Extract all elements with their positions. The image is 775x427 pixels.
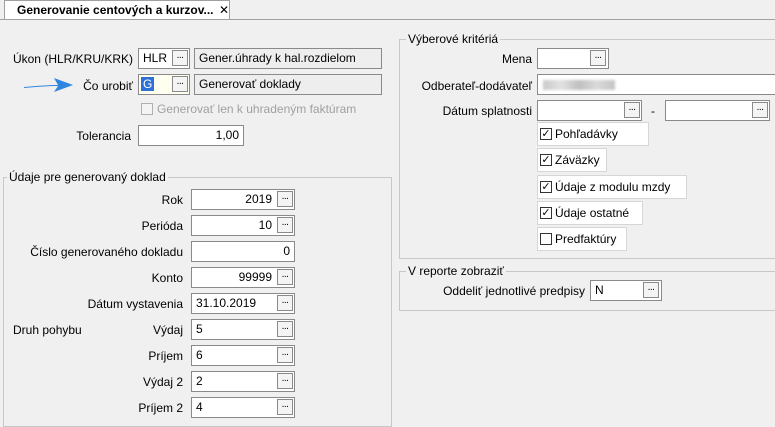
mzdy-label: Údaje z modulu mzdy [555,180,671,194]
close-icon[interactable]: ✕ [219,2,229,18]
tab-generovanie[interactable]: Generovanie centových a kurzov... ✕ [4,0,230,19]
tab-title: Generovanie centových a kurzov... [17,3,214,17]
co-urobit-value: G [141,77,155,91]
oddelit-lookup-button[interactable]: ... [643,282,659,298]
mena-lookup-button[interactable]: ... [590,50,606,66]
odberatel-label: Odberateľ-dodávateľ [421,79,532,93]
ukon-label: Úkon (HLR/KRU/KRK) [12,52,133,66]
cislo-dokladu-label: Číslo generovaného dokladu [30,245,183,259]
splatnost-od-lookup-button[interactable]: ... [624,102,640,118]
zavazky-checkbox[interactable]: ✓ [540,154,552,166]
vydaj-2-lookup-button[interactable]: ... [277,373,293,389]
tolerancia-label: Tolerancia [76,129,131,143]
perioda-label: Perióda [141,219,183,233]
cislo-dokladu-input[interactable]: 0 [191,241,295,262]
pohladavky-checkbox[interactable]: ✓ [540,128,552,140]
generovat-len-label: Generovať len k uhradeným faktúram [157,102,357,116]
predfaktury-checkbox[interactable] [540,233,552,245]
prijem-lookup-button[interactable]: ... [277,347,293,363]
splatnost-do-lookup-button[interactable]: ... [752,102,768,118]
oddelit-label: Oddeliť jednotlivé predpisy [443,284,585,298]
datum-vystavenia-lookup-button[interactable]: ... [277,295,293,311]
tolerancia-input[interactable]: 1,00 [138,125,244,146]
zavazky-label: Záväzky [555,153,600,167]
rok-lookup-button[interactable]: ... [277,191,293,207]
vydaj-2-label: Výdaj 2 [142,375,183,389]
prijem-2-lookup-button[interactable]: ... [277,399,293,415]
co-urobit-label: Čo urobiť [83,79,133,93]
druh-pohybu-label: Druh pohybu [13,323,82,337]
ukon-description: Gener.úhrady k hal.rozdielom [194,48,382,69]
predfaktury-label: Predfaktúry [555,232,617,246]
vydaj-lookup-button[interactable]: ... [277,321,293,337]
prijem-label: Príjem [148,349,183,363]
konto-label: Konto [151,271,183,285]
odberatel-input[interactable] [537,74,775,95]
ostatne-label: Údaje ostatné [555,206,630,220]
ukon-lookup-button[interactable]: ... [172,50,188,66]
vydaj-label: Výdaj [152,323,183,337]
perioda-lookup-button[interactable]: ... [277,217,293,233]
mzdy-checkbox[interactable]: ✓ [540,181,552,193]
datum-vystavenia-label: Dátum vystavenia [87,297,183,311]
ostatne-checkbox[interactable]: ✓ [540,207,552,219]
generovat-len-checkbox[interactable] [141,103,153,115]
pohladavky-label: Pohľadávky [555,127,618,141]
report-group-title: V reporte zobraziť [406,264,506,278]
rok-label: Rok [161,193,183,207]
splatnost-separator: - [651,104,655,118]
datum-splatnosti-label: Dátum splatnosti [442,104,532,118]
doklad-group-title: Údaje pre generovaný doklad [7,170,168,184]
redacted-value [543,80,615,90]
konto-lookup-button[interactable]: ... [277,269,293,285]
co-urobit-lookup-button[interactable]: ... [172,76,188,92]
mena-label: Mena [501,52,532,66]
kriteria-group-title: Výberové kritériá [406,32,501,46]
prijem-2-label: Príjem 2 [138,401,183,415]
co-urobit-description: Generovať doklady [194,74,382,95]
